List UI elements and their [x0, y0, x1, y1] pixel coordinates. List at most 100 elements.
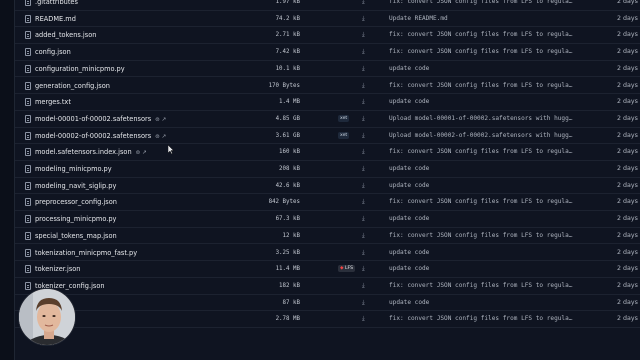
file-row[interactable]: configuration_minicpmo.py 10.1 kB ⤓ update … — [15, 61, 640, 78]
download-icon[interactable]: ⤓ — [362, 14, 365, 24]
download-icon[interactable]: ⤓ — [362, 264, 365, 274]
file-action-icons[interactable]: ⊜ ↗ — [155, 115, 166, 125]
download-icon[interactable]: ⤓ — [362, 197, 365, 207]
file-name-text[interactable]: modeling_navit_siglip.py — [35, 182, 116, 190]
file-row[interactable]: generation_config.json 170 Bytes ⤓ fix: con… — [15, 78, 640, 95]
file-row[interactable]: model-00001-of-00002.safetensors ⊜ ↗ 4.85 … — [15, 111, 640, 128]
file-row[interactable]: 87 kB ⤓ update code 2 days ag — [15, 295, 640, 312]
file-name-text[interactable]: .gitattributes — [35, 0, 78, 6]
download-icon[interactable]: ⤓ — [362, 147, 365, 157]
file-row[interactable]: preprocessor_config.json 842 Bytes ⤓ fix: c… — [15, 194, 640, 212]
file-row[interactable]: .gitattributes 1.97 kB ⤓ fix: convert JSON … — [15, 0, 640, 11]
download-icon[interactable]: ⤓ — [362, 114, 365, 124]
commit-message-link[interactable]: update code — [389, 64, 429, 74]
commit-message-link[interactable]: fix: convert JSON config files from LFS … — [389, 30, 572, 40]
file-row[interactable]: processing_minicpmo.py 67.3 kB ⤓ update cod… — [15, 211, 640, 228]
commit-message-link[interactable]: update code — [389, 164, 429, 174]
file-name-text[interactable]: modeling_minicpmo.py — [35, 165, 112, 173]
download-icon[interactable]: ⤓ — [362, 30, 365, 40]
file-name-link[interactable]: README.md — [35, 14, 76, 24]
file-name-text[interactable]: processing_minicpmo.py — [35, 215, 116, 223]
file-name-link[interactable]: tokenizer.json — [35, 264, 80, 274]
download-icon[interactable]: ⤓ — [362, 131, 365, 141]
file-name-link[interactable]: generation_config.json — [35, 81, 110, 91]
file-row[interactable]: tokenizer.json 11.4 MB ◆ LFS ⤓ update code 2 … — [15, 261, 640, 278]
file-name-text[interactable]: generation_config.json — [35, 82, 110, 90]
file-icon — [25, 231, 31, 240]
download-icon[interactable]: ⤓ — [362, 281, 365, 291]
file-row[interactable]: modeling_navit_siglip.py 42.6 kB ⤓ update c… — [15, 178, 640, 195]
file-name-text[interactable]: configuration_minicpmo.py — [35, 65, 125, 73]
file-name-link[interactable]: special_tokens_map.json — [35, 231, 117, 241]
download-icon[interactable]: ⤓ — [362, 298, 365, 308]
file-row[interactable]: tokenizer_config.json 182 kB ⤓ fix: convert… — [15, 278, 640, 295]
commit-message-link[interactable]: update code — [389, 181, 429, 191]
commit-message-link[interactable]: fix: convert JSON config files from LFS … — [389, 281, 572, 291]
file-row[interactable]: model.safetensors.index.json ⊜ ↗ 160 kB ⤓ fi… — [15, 144, 640, 161]
commit-message-link[interactable]: fix: convert JSON config files from LFS … — [389, 47, 572, 57]
file-name-text[interactable]: added_tokens.json — [35, 31, 96, 39]
file-name-text[interactable]: model-00002-of-00002.safetensors — [35, 132, 151, 140]
download-icon[interactable]: ⤓ — [362, 64, 365, 74]
file-name-link[interactable]: model-00001-of-00002.safetensors ⊜ ↗ — [35, 114, 166, 125]
commit-message-link[interactable]: update code — [389, 97, 429, 107]
commit-message-link[interactable]: fix: convert JSON config files from LFS … — [389, 81, 572, 91]
file-action-icons[interactable]: ⊜ ↗ — [136, 148, 147, 158]
commit-message-link[interactable]: update code — [389, 298, 429, 308]
file-name-text[interactable]: special_tokens_map.json — [35, 232, 117, 240]
file-name-link[interactable]: config.json — [35, 47, 71, 57]
file-name-text[interactable]: README.md — [35, 15, 76, 23]
download-icon[interactable]: ⤓ — [362, 214, 365, 224]
file-row[interactable]: tokenization_minicpmo_fast.py 3.25 kB ⤓ upd… — [15, 245, 640, 262]
file-name-text[interactable]: model-00001-of-00002.safetensors — [35, 115, 151, 123]
download-icon[interactable]: ⤓ — [362, 0, 365, 7]
commit-message-link[interactable]: update code — [389, 214, 429, 224]
file-name-text[interactable]: tokenizer.json — [35, 265, 80, 273]
commit-message-link[interactable]: fix: convert JSON config files from LFS … — [389, 231, 572, 241]
file-name-text[interactable]: merges.txt — [35, 98, 71, 106]
file-name-text[interactable]: config.json — [35, 48, 71, 56]
file-name-text[interactable]: preprocessor_config.json — [35, 198, 117, 206]
file-name-text[interactable]: tokenization_minicpmo_fast.py — [35, 249, 137, 257]
file-name-link[interactable]: model.safetensors.index.json ⊜ ↗ — [35, 147, 147, 158]
commit-message-link[interactable]: fix: convert JSON config files from LFS … — [389, 197, 572, 207]
file-name-link[interactable]: added_tokens.json — [35, 30, 96, 40]
commit-message-link[interactable]: Upload model-00002-of-00002.safetensors … — [389, 131, 572, 141]
download-icon[interactable]: ⤓ — [362, 164, 365, 174]
file-row[interactable]: added_tokens.json 2.71 kB ⤓ fix: convert JS… — [15, 27, 640, 45]
file-icon — [25, 248, 31, 257]
file-action-icons[interactable]: ⊜ ↗ — [155, 132, 166, 142]
file-row[interactable]: merges.txt 1.4 MB ⤓ update code 2 days ag — [15, 94, 640, 111]
download-icon[interactable]: ⤓ — [362, 97, 365, 107]
file-name-link[interactable]: .gitattributes — [35, 0, 78, 7]
file-row[interactable]: modeling_minicpmo.py 208 kB ⤓ update code 2 … — [15, 161, 640, 178]
commit-age: 2 days ag — [617, 298, 640, 306]
file-name-link[interactable]: model-00002-of-00002.safetensors ⊜ ↗ — [35, 131, 166, 142]
commit-message-link[interactable]: fix: convert JSON config files from LFS … — [389, 0, 572, 7]
commit-message-link[interactable]: fix: convert JSON config files from LFS … — [389, 147, 572, 157]
file-row[interactable]: model-00002-of-00002.safetensors ⊜ ↗ 3.61 … — [15, 128, 640, 145]
file-row[interactable]: special_tokens_map.json 12 kB ⤓ fix: conver… — [15, 228, 640, 245]
download-icon[interactable]: ⤓ — [362, 81, 365, 91]
file-name-link[interactable]: preprocessor_config.json — [35, 197, 117, 207]
download-icon[interactable]: ⤓ — [362, 181, 365, 191]
download-icon[interactable]: ⤓ — [362, 231, 365, 241]
file-name-link[interactable]: modeling_minicpmo.py — [35, 164, 112, 174]
file-row[interactable]: config.json 7.42 kB ⤓ fix: convert JSON con… — [15, 44, 640, 61]
commit-message-link[interactable]: Upload model-00001-of-00002.safetensors … — [389, 114, 572, 124]
file-name-text[interactable]: model.safetensors.index.json — [35, 148, 132, 156]
commit-message-link[interactable]: update code — [389, 248, 429, 258]
commit-message-link[interactable]: Update README.md — [389, 14, 448, 24]
file-name-link[interactable]: tokenization_minicpmo_fast.py — [35, 248, 137, 258]
file-name-link[interactable]: processing_minicpmo.py — [35, 214, 116, 224]
download-icon[interactable]: ⤓ — [362, 248, 365, 258]
download-icon[interactable]: ⤓ — [362, 47, 365, 57]
commit-message-link[interactable]: fix: convert JSON config files from LFS … — [389, 314, 572, 324]
file-row[interactable]: README.md 74.2 kB ⤓ Update README.md 2 days … — [15, 11, 640, 28]
file-name-link[interactable]: merges.txt — [35, 97, 71, 107]
file-name-link[interactable]: configuration_minicpmo.py — [35, 64, 125, 74]
file-row[interactable]: 2.78 MB ⤓ fix: convert JSON config files f… — [15, 311, 640, 328]
file-name-link[interactable]: modeling_navit_siglip.py — [35, 181, 116, 191]
download-icon[interactable]: ⤓ — [362, 314, 365, 324]
commit-message-link[interactable]: update code — [389, 264, 429, 274]
